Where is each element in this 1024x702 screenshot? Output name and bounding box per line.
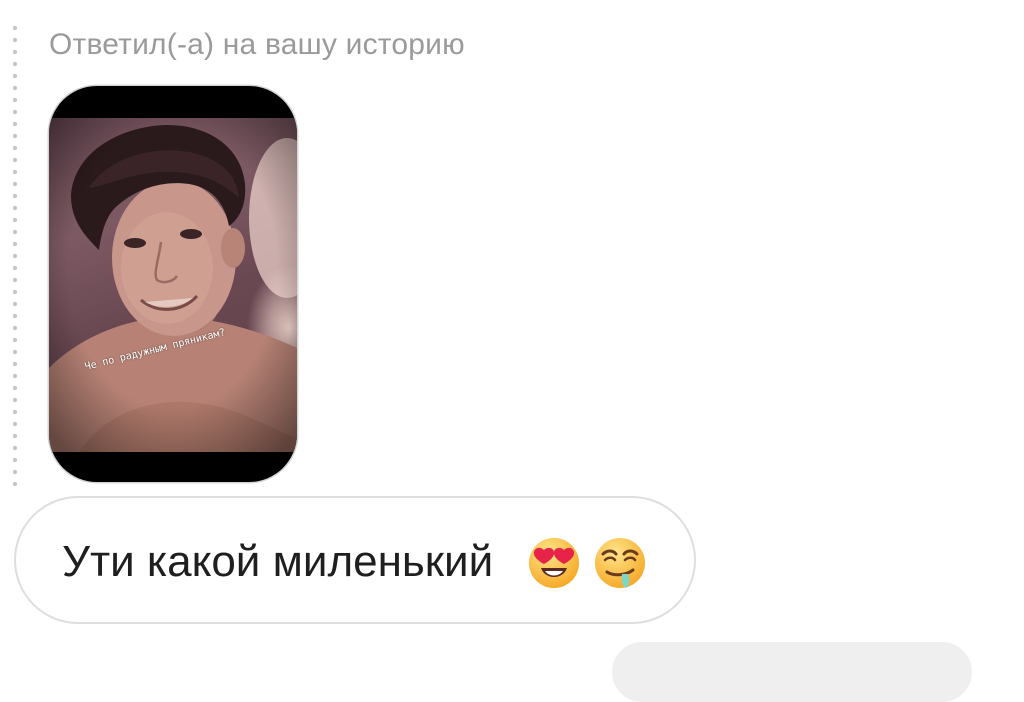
next-message-bubble[interactable] (612, 642, 972, 702)
story-photo: Че по радужным пряникам? (49, 118, 297, 452)
reply-thread-line (12, 22, 18, 486)
story-reply-caption: Ответил(-а) на вашу историю (49, 28, 465, 61)
message-text: Ути какой миленький (62, 537, 494, 586)
drooling-face-emoji-icon (593, 536, 647, 597)
story-thumbnail[interactable]: Че по радужным пряникам? (49, 86, 297, 482)
selfie-image (49, 118, 297, 452)
heart-eyes-emoji-icon (527, 536, 581, 595)
